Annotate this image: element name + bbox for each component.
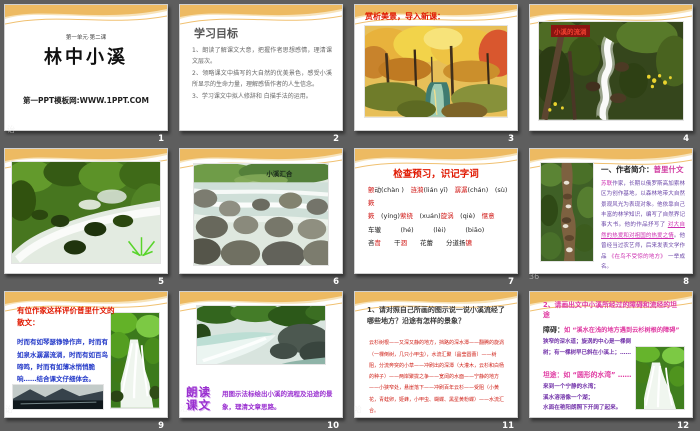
mossy-stream-photo xyxy=(11,160,161,265)
vocab-line: 簌 (yíng)萦绕 (xuán)旋涡 (qiè) 惬意 xyxy=(368,212,495,221)
slide-thumbnail-2[interactable]: 学习目标 1、朗读了解课文大意，把握作者思想感情，理清课文层次。 2、领略课文中… xyxy=(179,4,343,131)
template-site-footer: 第一PPT模板网:WWW.1PPT.COM xyxy=(22,96,150,105)
autumn-forest-painting xyxy=(364,25,508,118)
forest-brook-photo xyxy=(540,161,594,263)
page-number: 3 xyxy=(508,133,514,144)
wordart-read-text: 朗读课文 xyxy=(186,385,211,412)
objective-item: 1、朗读了解课文大意，把握作者思想感情，理清课文层次。 xyxy=(192,47,332,66)
slide-cell-8: 一、作者简介：普里什文 苏联作家，长期以俄罗斯高加索林 区为创作基地，以森林地带… xyxy=(525,144,700,288)
objectives-title: 学习目标 xyxy=(194,27,238,40)
waterfall-photo-small xyxy=(635,346,685,410)
objectives-list: 1、朗读了解课文大意，把握作者思想感情，理清课文层次。 2、领略课文中描写的大自… xyxy=(192,45,332,103)
slide-thumbnail-4[interactable]: 小溪的流淌 xyxy=(529,4,693,131)
task-instruction: 用图示法标绘出小溪的流程及沿途的景象，理清文章思路。 xyxy=(222,390,333,411)
obstacle-example: 如 “溪水在浅的地方遇到云杉树根的障碍” xyxy=(564,327,680,335)
slide-cell-12: 2、请画出文中小溪所经过的障碍和流经的坦途 障碍：如 “溪水在浅的地方遇到云杉树… xyxy=(525,287,700,431)
vocab-check-title: 检查预习，识记字词 xyxy=(393,168,479,180)
smooth-detail-line: 溪水溶溶像一个湖； xyxy=(543,394,594,401)
slide-thumbnail-3[interactable]: 赏析美景，导入新课： xyxy=(354,4,518,131)
mountain-lake-photo xyxy=(12,384,104,410)
slide-cell-6: 小溪汇合 6 xyxy=(175,144,350,288)
forest-stream-photo: 小溪的流淌 xyxy=(538,21,684,121)
slide-thumbnail-12[interactable]: 2、请画出文中小溪所经过的障碍和流经的坦途 障碍：如 “溪水在浅的地方遇到云杉树… xyxy=(529,291,693,418)
slide-thumbnail-11[interactable]: 1、请对照自己所画的图示说一说小溪流经了哪些地方？沿途有怎样的景象？ 云杉树根—… xyxy=(354,291,518,418)
page-number: 7 xyxy=(508,277,514,288)
slide-thumbnail-10[interactable]: 朗读课文 用图示法标绘出小溪的流程及沿途的景象，理清文章思路。 xyxy=(179,291,343,418)
watermark: 哈 xyxy=(354,405,362,414)
photo-caption: 小溪汇合 xyxy=(266,169,293,178)
author-bio: 苏联作家，长期以俄罗斯高加索林 区为创作基地，以森林地带大自然景观风光为表现对象… xyxy=(601,180,685,271)
slide-thumbnail-5[interactable] xyxy=(4,147,168,275)
question-title: 1、请对照自己所画的图示说一说小溪流经了哪些地方？沿途有怎样的景象？ xyxy=(367,306,505,325)
slide-cell-10: 朗读课文 用图示法标绘出小溪的流程及沿途的景象，理清文章思路。 10 xyxy=(175,287,350,431)
vocabulary-list: 颤动(chàn ) 涟漪(lián yī) 潺潺(chán) (sù)簌 簌 (… xyxy=(368,184,508,251)
vocab-line: 车辙 (hé) (lèi) (biāo) xyxy=(368,225,485,234)
page-number: 1 xyxy=(158,133,164,144)
smooth-label: 坦途： xyxy=(543,371,564,380)
slide-thumbnail-9[interactable]: 有位作家这样评价普里什文的散文： 时而有如琴瑟铮铮作声，时而有如泉水潺潺流淌，时… xyxy=(4,291,168,418)
slide-cell-9: 有位作家这样评价普里什文的散文： 时而有如琴瑟铮铮作声，时而有如泉水潺潺流淌，时… xyxy=(0,287,175,431)
intro-title: 赏析美景，导入新课： xyxy=(365,12,445,21)
page-number: 4 xyxy=(683,133,689,144)
slide-cell-4: 小溪的流淌 4 xyxy=(525,0,700,144)
slide-cell-1: 第一单元·第二课 林中小溪 第一PPT模板网:WWW.1PPT.COM 1 xyxy=(0,0,175,144)
page-number: 10 xyxy=(327,421,339,431)
slide-cell-11: 1、请对照自己所画的图示说一说小溪流经了哪些地方？沿途有怎样的景象？ 云杉树根—… xyxy=(350,287,525,431)
unit-label: 第一单元·第二课 xyxy=(65,35,107,41)
smooth-line: 坦途：如 “圆形的水湾” …… xyxy=(543,369,631,379)
question2-title: 2、请画出文中小溪所经过的障碍和流经的坦途 xyxy=(543,301,677,320)
smooth-example: 如 “圆形的水湾” …… xyxy=(563,371,632,380)
obstacle-detail: 狭窄的深水道；旋涡的中心是一棵倒树；有一棵树早已斜在小溪上；…… xyxy=(543,339,632,356)
slide-thumbnail-1[interactable]: 第一单元·第二课 林中小溪 第一PPT模板网:WWW.1PPT.COM xyxy=(4,4,168,131)
slide-cell-3: 赏析美景，导入新课： 3 xyxy=(350,0,525,144)
page-number: 2 xyxy=(333,133,339,144)
author-intro-title: 一、作者简介：普里什文 xyxy=(601,164,684,175)
wave-decoration xyxy=(5,5,167,25)
page-number: 9 xyxy=(158,421,164,431)
slide-cell-2: 学习目标 1、朗读了解课文大意，把握作者思想感情，理清课文层次。 2、领略课文中… xyxy=(175,0,350,144)
smooth-detail: 来到一个宁静的水湾； 溪水溶溶像一个湖； 水面在艳阳朗照下开阔了起来。 xyxy=(543,382,635,413)
rocky-river-photo: 小溪汇合 xyxy=(193,162,329,267)
watermark: 诒 xyxy=(7,125,15,134)
task-row: 朗读课文 用图示法标绘出小溪的流程及沿途的景象，理清文章思路。 xyxy=(186,386,338,413)
slide-thumbnail-8[interactable]: 一、作者简介：普里什文 苏联作家，长期以俄罗斯高加索林 区为创作基地，以森林地带… xyxy=(529,147,693,275)
stream-route-answer: 云杉树根——又深又静的地方，挡路的深水潭——翻腾的旋涡（一棵倒树，几只小甲虫），… xyxy=(369,340,505,414)
obstacle-line: 障碍：如 “溪水在浅的地方遇到云杉树根的障碍” xyxy=(543,325,684,335)
slide-grid: 第一单元·第二课 林中小溪 第一PPT模板网:WWW.1PPT.COM 1 学习… xyxy=(0,0,700,431)
page-number: 6 xyxy=(333,277,339,288)
watermark: 诒 xyxy=(5,405,13,414)
author-intro-prefix: 一、作者简介： xyxy=(601,164,654,174)
vocab-line: 颤动(chàn ) 涟漪(lián yī) 潺潺(chán) (sù)簌 xyxy=(368,185,508,207)
objective-item: 3、学习课文中拟人修辞和 白描手法的运用。 xyxy=(192,93,312,101)
slide-thumbnail-6[interactable]: 小溪汇合 xyxy=(179,147,343,275)
watermark: 36 xyxy=(529,272,540,281)
page-number: 5 xyxy=(158,277,164,288)
photo-caption-banner: 小溪的流淌 xyxy=(551,25,590,37)
smooth-detail-line: 来到一个宁静的水湾； xyxy=(543,384,599,391)
slide-thumbnail-7[interactable]: 检查预习，识记字词 颤动(chàn ) 涟漪(lián yī) 潺潺(chán)… xyxy=(354,147,518,275)
page-number: 11 xyxy=(502,421,514,431)
misty-stream-photo xyxy=(196,305,326,366)
slide-cell-7: 检查预习，识记字词 颤动(chàn ) 涟漪(lián yī) 潺潺(chán)… xyxy=(350,144,525,288)
objective-item: 2、领略课文中描写的大自然的优美景色，感受小溪所显示的生命力量，理解感悟作者的人… xyxy=(192,70,332,89)
page-number: 8 xyxy=(683,277,689,288)
lesson-title: 林中小溪 xyxy=(44,47,128,68)
page-number: 12 xyxy=(677,421,689,431)
quote-title: 有位作家这样评价普里什文的散文： xyxy=(17,306,115,327)
slide-cell-5: 5 xyxy=(0,144,175,288)
smooth-detail-line: 水面在艳阳朗照下开阔了起来。 xyxy=(543,405,622,412)
vocab-line: 吝啬 干涸 花蕾 分道扬镳 xyxy=(368,238,472,247)
watermark: 洽 xyxy=(180,404,188,413)
author-name: 普里什文 xyxy=(653,164,684,174)
obstacle-label: 障碍： xyxy=(543,326,564,335)
quote-body: 时而有如琴瑟铮铮作声，时而有如泉水潺潺流淌，时而有如百鸟啼鸣，时而有如薄冰悄悄脆… xyxy=(17,338,108,384)
